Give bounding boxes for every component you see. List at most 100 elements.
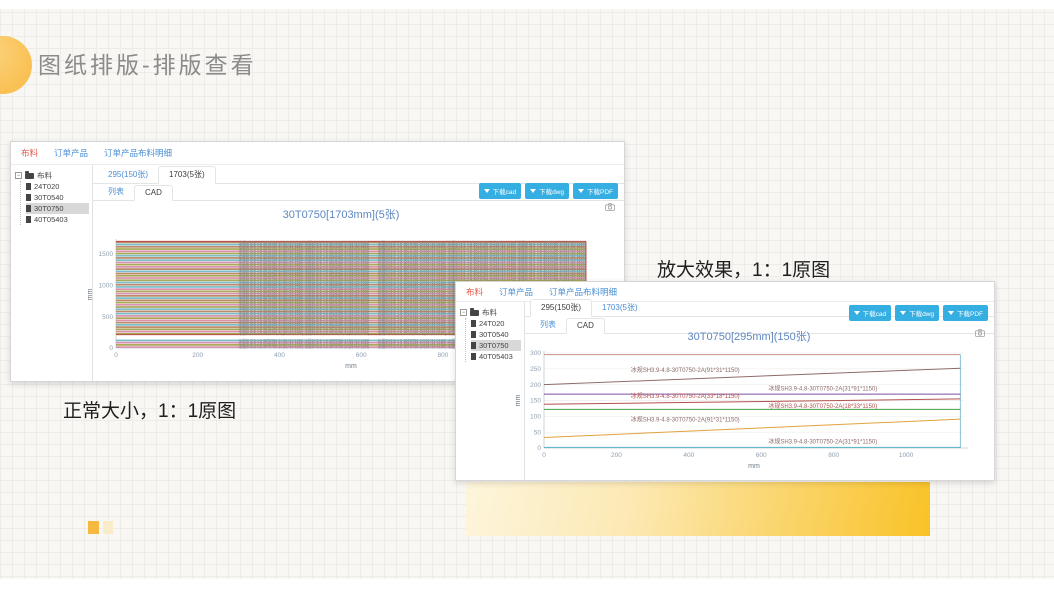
download-button-label: 下载dwg xyxy=(539,186,564,196)
file-icon xyxy=(26,205,31,212)
decor-square-orange xyxy=(88,521,99,534)
svg-text:1000: 1000 xyxy=(899,452,914,459)
download-button-label: 下载cad xyxy=(493,186,516,196)
download-button[interactable]: 下载PDF xyxy=(943,305,988,321)
svg-text:100: 100 xyxy=(530,414,541,421)
tree-item[interactable]: 30T0540 xyxy=(26,192,89,203)
bottom-strip xyxy=(0,579,1054,592)
folder-icon xyxy=(25,173,34,179)
tree-item[interactable]: 24T020 xyxy=(26,181,89,192)
svg-text:300: 300 xyxy=(530,350,541,357)
tree-item-label: 40T05403 xyxy=(34,215,68,224)
top-strip xyxy=(0,0,1054,9)
svg-text:冰规SH3.9-4.8-30T0750-2A(31*91*1: 冰规SH3.9-4.8-30T0750-2A(31*91*1150) xyxy=(768,384,877,392)
nav-tab[interactable]: 订单产品布料明细 xyxy=(104,147,172,159)
svg-text:冰规SH3.9-4.8-30T0750-2A(91*31*1: 冰规SH3.9-4.8-30T0750-2A(91*31*1150) xyxy=(631,415,740,423)
view-tab[interactable]: 列表 xyxy=(98,184,134,200)
download-icon xyxy=(578,189,584,193)
svg-text:50: 50 xyxy=(534,429,542,436)
chart-title: 30T0750[1703mm](5张) xyxy=(81,206,601,222)
svg-text:冰规SH3.9-4.8-30T0750-2A(33*18*1: 冰规SH3.9-4.8-30T0750-2A(33*18*1150) xyxy=(631,392,740,400)
tree-item-label: 30T0540 xyxy=(34,193,64,202)
tree-item[interactable]: 40T05403 xyxy=(26,214,89,225)
tree-children: 24T02030T054030T075040T05403 xyxy=(465,318,521,362)
download-button[interactable]: 下载dwg xyxy=(895,305,939,321)
download-button-label: 下载PDF xyxy=(957,308,983,318)
win1-size-tabs: 295(150张)1703(5张) xyxy=(93,165,624,184)
svg-text:150: 150 xyxy=(530,398,541,405)
svg-text:冰规SH3.9-4.8-30T0750-2A(91*31*1: 冰规SH3.9-4.8-30T0750-2A(91*31*1150) xyxy=(631,366,740,374)
tree-children: 24T020 30T0540 30T0750 40T05403 xyxy=(20,181,89,225)
win1-export-bar: 下载cad 下载dwg 下载PDF xyxy=(479,183,618,199)
nav-tab[interactable]: 布料 xyxy=(466,286,483,298)
download-button[interactable]: 下载cad xyxy=(849,305,891,321)
svg-text:冰规SH3.9-4.8-30T0750-2A(18*33*1: 冰规SH3.9-4.8-30T0750-2A(18*33*1150) xyxy=(768,402,877,410)
svg-text:0: 0 xyxy=(114,352,118,359)
svg-text:冰规SH3.9-4.8-30T0750-2A(31*91*1: 冰规SH3.9-4.8-30T0750-2A(31*91*1150) xyxy=(768,437,877,445)
camera-icon[interactable] xyxy=(605,198,615,216)
download-button-label: 下载cad xyxy=(863,308,886,318)
download-button-label: 下载PDF xyxy=(587,186,613,196)
win2-export-bar: 下载cad 下载dwg 下载PDF xyxy=(849,305,988,321)
nav-tab[interactable]: 订单产品布料明细 xyxy=(549,286,617,298)
size-tab[interactable]: 1703(5张) xyxy=(158,166,216,184)
nav-tab[interactable]: 订单产品 xyxy=(499,286,533,298)
layout-chart-zoomed: 02004006008001000050100150200250300mmmm冰… xyxy=(514,344,984,477)
download-button[interactable]: 下载PDF xyxy=(573,183,618,199)
svg-text:200: 200 xyxy=(611,452,622,459)
tree-collapse-icon[interactable]: − xyxy=(15,172,22,179)
file-icon xyxy=(471,342,476,349)
file-icon xyxy=(26,216,31,223)
file-icon xyxy=(26,183,31,190)
download-icon xyxy=(484,189,490,193)
svg-text:400: 400 xyxy=(683,452,694,459)
svg-text:冰规SH3.9-4.8-30T0750-2A(91*31*1: 冰规SH3.9-4.8-30T0750-2A(91*31*1150) 冰规SH3… xyxy=(378,239,587,246)
tree-item-label: 24T020 xyxy=(34,182,59,191)
svg-text:0: 0 xyxy=(542,452,546,459)
svg-text:冰规SH3.9-4.8-30T0750-2A(91*31*1: 冰规SH3.9-4.8-30T0750-2A(91*31*1150) 冰规SH3… xyxy=(239,337,370,344)
camera-icon[interactable] xyxy=(975,324,985,342)
size-tab[interactable]: 295(150张) xyxy=(98,167,158,183)
svg-text:200: 200 xyxy=(192,352,203,359)
svg-text:600: 600 xyxy=(356,352,367,359)
tree-root[interactable]: − 布料 xyxy=(460,307,521,318)
tree-root[interactable]: − 布料 xyxy=(15,170,89,181)
download-icon xyxy=(854,311,860,315)
svg-text:500: 500 xyxy=(102,314,113,321)
tree-item[interactable]: 30T0750 xyxy=(26,203,89,214)
tree-root-label: 布料 xyxy=(482,307,497,318)
download-button-label: 下载dwg xyxy=(909,308,934,318)
svg-text:800: 800 xyxy=(828,452,839,459)
view-tab[interactable]: CAD xyxy=(134,185,173,201)
svg-text:0: 0 xyxy=(109,345,113,352)
tree-item-label: 30T0540 xyxy=(479,330,509,339)
accent-circle xyxy=(0,36,32,94)
svg-text:1000: 1000 xyxy=(99,282,114,289)
size-tab[interactable]: 1703(5张) xyxy=(592,300,648,316)
download-icon xyxy=(948,311,954,315)
nav-tab[interactable]: 布料 xyxy=(21,147,38,159)
file-icon xyxy=(471,320,476,327)
chart-title: 30T0750[295mm](150张) xyxy=(514,328,984,344)
slide: 图纸排版-排版查看 正常大小，1：1原图 放大效果，1：1原图 布料订单产品订单… xyxy=(0,0,1054,592)
svg-text:mm: mm xyxy=(87,289,94,301)
download-icon xyxy=(530,189,536,193)
svg-text:冰规SH3.9-4.8-30T0750-2A(91*31*1: 冰规SH3.9-4.8-30T0750-2A(91*31*1150) 冰规SH3… xyxy=(239,239,370,246)
download-button[interactable]: 下载dwg xyxy=(525,183,569,199)
svg-text:200: 200 xyxy=(530,382,541,389)
svg-text:250: 250 xyxy=(530,366,541,373)
tree-root-label: 布料 xyxy=(37,170,52,181)
tree-item-label: 30T0750 xyxy=(34,204,64,213)
tree-item-label: 24T020 xyxy=(479,319,504,328)
page-title: 图纸排版-排版查看 xyxy=(38,46,257,80)
nav-tab[interactable]: 订单产品 xyxy=(54,147,88,159)
caption-normal-size: 正常大小，1：1原图 xyxy=(63,396,236,423)
svg-text:mm: mm xyxy=(748,463,760,470)
size-tab[interactable]: 295(150张) xyxy=(530,299,592,317)
tree-collapse-icon[interactable]: − xyxy=(460,309,467,316)
download-icon xyxy=(900,311,906,315)
file-icon xyxy=(26,194,31,201)
download-button[interactable]: 下载cad xyxy=(479,183,521,199)
svg-text:mm: mm xyxy=(345,363,357,370)
file-icon xyxy=(471,331,476,338)
